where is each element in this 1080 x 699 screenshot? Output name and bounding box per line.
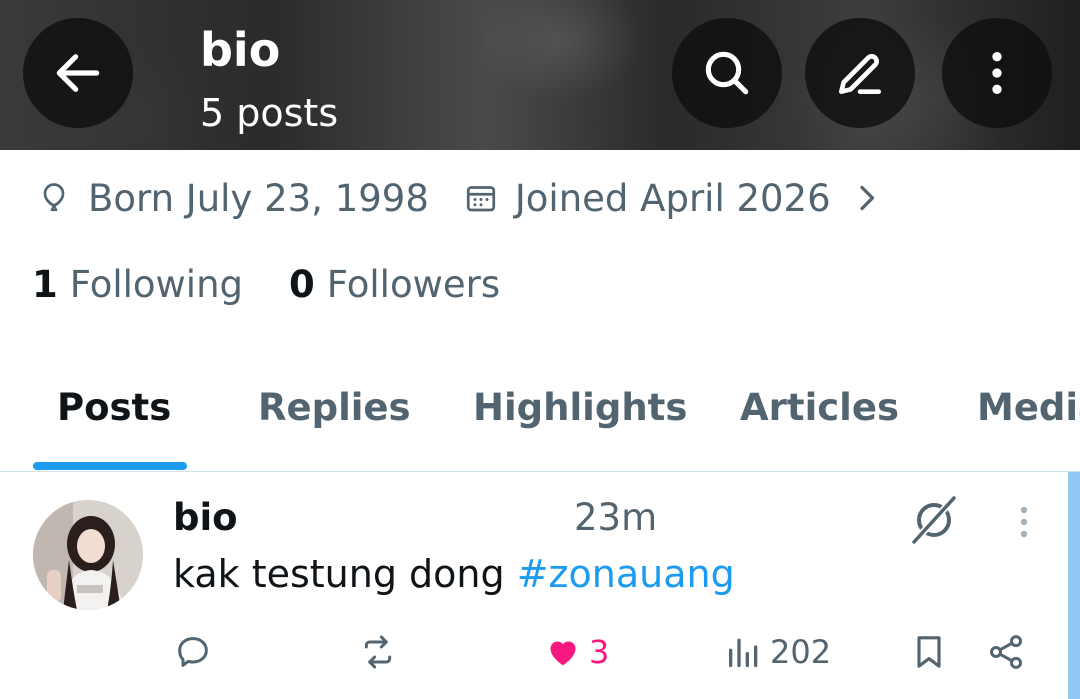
search-icon — [705, 51, 749, 95]
tab-highlights[interactable]: Highlights — [473, 386, 687, 429]
header-post-count: 5 posts — [200, 91, 339, 135]
balloon-icon — [36, 180, 72, 216]
share-button[interactable] — [986, 622, 1026, 682]
post-text: kak testung dong #zonauang — [173, 552, 735, 596]
scrollbar[interactable] — [1068, 472, 1080, 699]
reply-button[interactable] — [173, 622, 213, 682]
bookmark-icon — [917, 636, 941, 668]
share-icon — [989, 635, 1023, 669]
more-options-button[interactable] — [942, 18, 1052, 128]
like-count: 3 — [589, 633, 610, 671]
header-title: bio — [200, 23, 281, 77]
reply-icon — [178, 637, 208, 667]
post-item[interactable]: bio 23m kak testung dong #zonauang 3 202 — [0, 472, 1068, 699]
like-button[interactable]: 3 — [543, 622, 609, 682]
profile-header: bio 5 posts — [0, 0, 1080, 150]
follow-stats: 1 Following 0 Followers — [32, 258, 500, 310]
followers-count: 0 — [289, 262, 315, 306]
calendar-icon — [463, 180, 499, 216]
tab-replies[interactable]: Replies — [258, 386, 411, 429]
views-icon — [729, 638, 758, 667]
edit-button[interactable] — [805, 18, 915, 128]
avatar[interactable] — [33, 500, 143, 610]
bookmark-button[interactable] — [909, 622, 949, 682]
followers-label: Followers — [326, 262, 501, 306]
tab-media[interactable]: Media — [977, 386, 1080, 429]
heart-icon — [550, 641, 576, 666]
more-vertical-icon — [992, 52, 1002, 94]
repost-icon — [364, 635, 392, 669]
edit-icon — [839, 54, 881, 94]
join-date: Joined April 2026 — [514, 176, 831, 220]
birthdate: Born July 23, 1998 — [88, 176, 429, 220]
profile-tabs: Posts Replies Highlights Articles Media — [0, 380, 1080, 472]
post-more-icon[interactable] — [1004, 502, 1044, 542]
search-button[interactable] — [672, 18, 782, 128]
profile-info-row: Born July 23, 1998 Joined April 2026 — [36, 172, 883, 224]
tab-articles[interactable]: Articles — [740, 386, 899, 429]
following-count: 1 — [32, 262, 58, 306]
views-count: 202 — [770, 633, 832, 671]
post-author-name[interactable]: bio — [173, 496, 238, 539]
post-body: kak testung dong — [173, 552, 517, 596]
post-timestamp: 23m — [574, 496, 658, 539]
tab-posts[interactable]: Posts — [57, 386, 171, 429]
post-actions: 3 202 — [0, 622, 1068, 682]
following-link[interactable]: 1 Following — [32, 263, 243, 306]
following-label: Following — [69, 262, 244, 306]
active-tab-indicator — [33, 462, 187, 470]
followers-link[interactable]: 0 Followers — [289, 263, 500, 306]
views-button[interactable]: 202 — [724, 622, 831, 682]
hashtag-link[interactable]: #zonauang — [517, 552, 735, 596]
repost-button[interactable] — [358, 622, 398, 682]
chevron-right-icon[interactable] — [853, 180, 883, 216]
grok-icon[interactable] — [906, 492, 962, 548]
back-button[interactable] — [23, 18, 133, 128]
back-arrow-icon — [56, 54, 100, 92]
